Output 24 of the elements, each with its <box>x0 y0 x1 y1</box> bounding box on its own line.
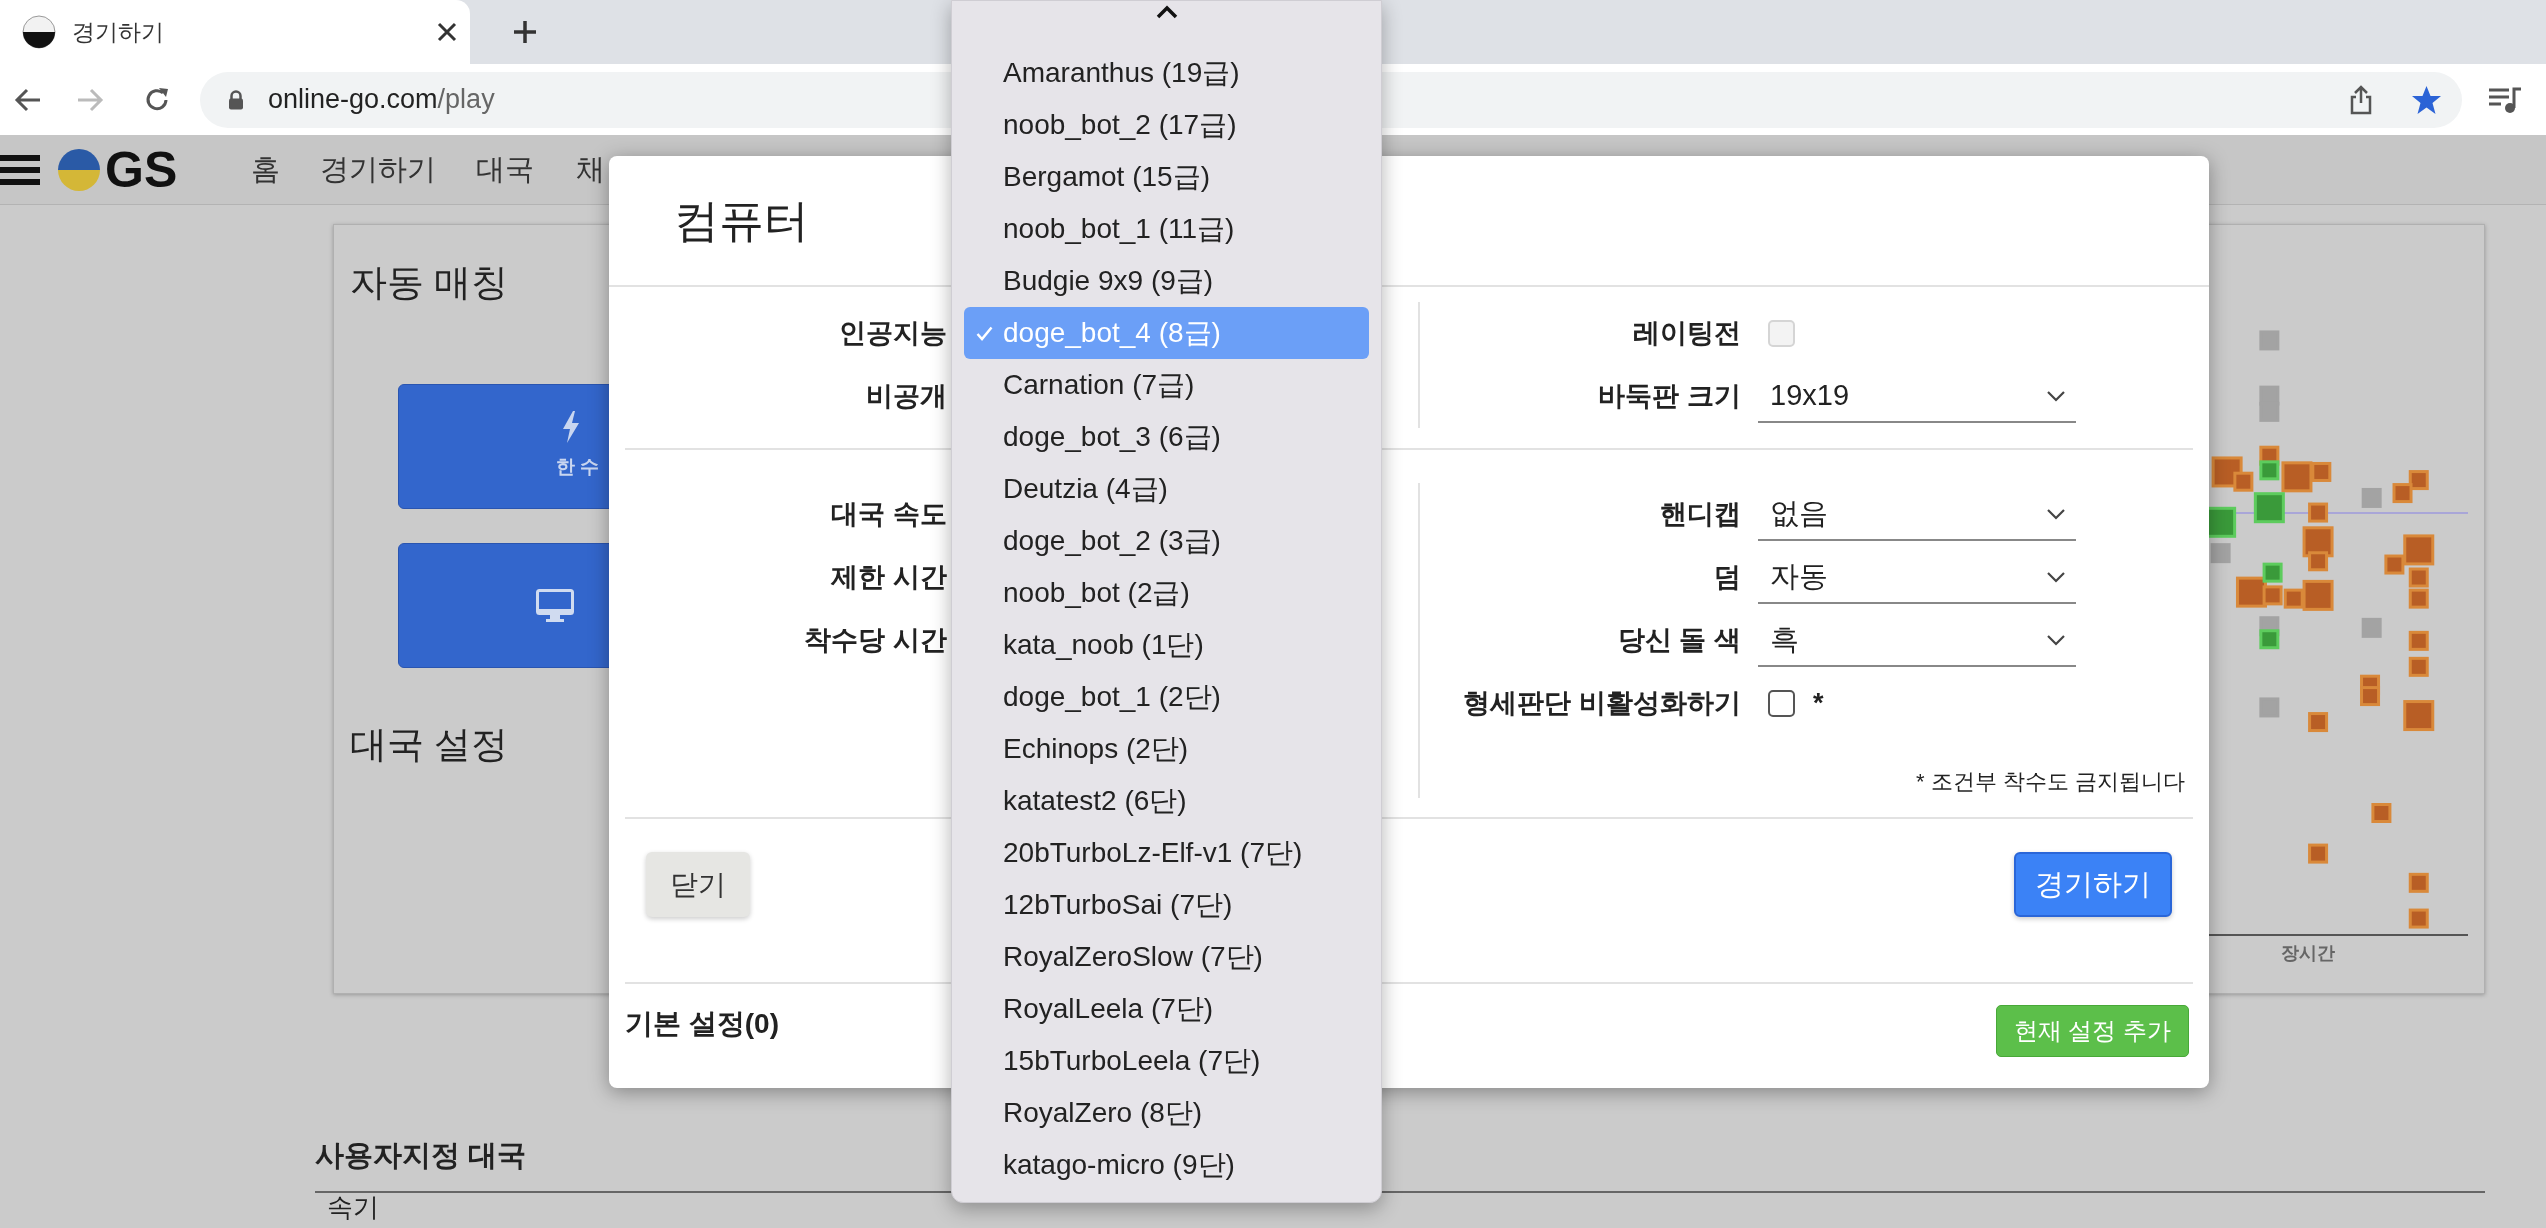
dialog-title: 컴퓨터 <box>674 193 809 248</box>
field-label: 덤 <box>1713 561 1741 595</box>
field-label: 착수당 시간 <box>803 624 947 658</box>
axis-label: 장시간 <box>2281 943 2335 963</box>
section-heading: 사용자지정 대국 <box>315 1139 527 1171</box>
field-label: 대국 속도 <box>830 498 947 532</box>
logo-text: GS <box>105 144 178 195</box>
asterisk: * <box>1813 687 1824 721</box>
footnote: * 조건부 착수도 금지됩니다 <box>1916 768 2185 796</box>
field-label: 제한 시간 <box>830 561 947 595</box>
button-subtitle: 한 수 <box>556 455 601 480</box>
url-text: online-go.com/play <box>268 83 496 117</box>
field-label: 핸디캡 <box>1659 498 1741 532</box>
field-label: 레이팅전 <box>1632 317 1741 351</box>
section-title: 대국 설정 <box>350 724 509 766</box>
presets-label: 기본 설정(0) <box>625 1007 779 1041</box>
column-header: 속기 <box>327 1193 379 1221</box>
section-title: 자동 매칭 <box>350 262 509 304</box>
tab-title: 경기하기 <box>72 17 165 47</box>
field-label: 바둑판 크기 <box>1597 380 1741 414</box>
field-label: 인공지능 <box>838 317 947 351</box>
field-label: 비공개 <box>865 380 947 414</box>
field-label: 형세판단 비활성화하기 <box>1462 687 1741 721</box>
field-label: 당신 돌 색 <box>1617 624 1741 658</box>
